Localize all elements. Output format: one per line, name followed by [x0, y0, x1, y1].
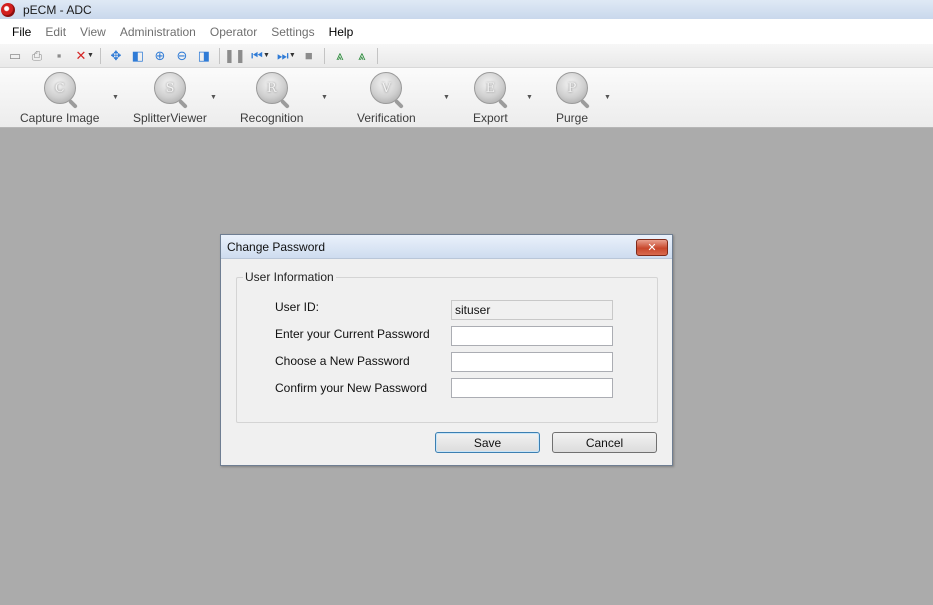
- stop-icon[interactable]: ■: [298, 46, 320, 66]
- print-icon[interactable]: ⎙: [26, 46, 48, 66]
- last-dropdown-arrow-icon[interactable]: ▼: [289, 52, 296, 59]
- new-password-label: Choose a New Password: [275, 354, 410, 368]
- next-page-icon[interactable]: ◨: [193, 46, 215, 66]
- delete-dropdown-arrow-icon[interactable]: ▼: [87, 52, 94, 59]
- toolbar: ▭ ⎙ ▪ ✕ ▼ ✥ ◧ ⊕ ⊖ ◨ ❚❚ ⏮ ▼ ⏭ ▼ ■ ⩓ ⩓: [0, 44, 933, 68]
- menu-help[interactable]: Help: [322, 25, 361, 39]
- capture-magnifier-icon: C: [43, 72, 76, 104]
- recognition-magnifier-icon: R: [255, 72, 288, 104]
- confirm-password-field[interactable]: [451, 378, 613, 398]
- pause-icon[interactable]: ❚❚: [224, 46, 246, 66]
- menu-administration[interactable]: Administration: [113, 25, 203, 39]
- menu-operator[interactable]: Operator: [203, 25, 264, 39]
- export-button[interactable]: E Export: [473, 72, 508, 125]
- purge-button[interactable]: P Purge: [556, 72, 588, 125]
- ribbon-label: SplitterViewer: [133, 111, 207, 125]
- window-title-bar: pECM - ADC: [0, 0, 933, 19]
- open-folder-icon[interactable]: ▭: [4, 46, 26, 66]
- confirm-password-label: Confirm your New Password: [275, 381, 428, 395]
- change-password-dialog: Change Password ✕ User Information User …: [220, 234, 673, 466]
- ribbon-label: Capture Image: [20, 111, 100, 125]
- toolbar-separator: [99, 47, 101, 64]
- save-button[interactable]: Save: [435, 432, 540, 453]
- recognition-dropdown-arrow-icon[interactable]: ▼: [321, 94, 328, 101]
- group-title: User Information: [243, 270, 336, 284]
- dialog-body: User Information User ID: Enter your Cur…: [225, 259, 668, 461]
- user-id-label: User ID:: [275, 300, 320, 314]
- current-password-field[interactable]: [451, 326, 613, 346]
- toolbar-separator: [323, 47, 325, 64]
- splitter-dropdown-arrow-icon[interactable]: ▼: [210, 94, 217, 101]
- capture-image-button[interactable]: C Capture Image: [20, 72, 99, 125]
- zoom-out-icon[interactable]: ⊖: [171, 46, 193, 66]
- verification-button[interactable]: V Verification: [357, 72, 416, 125]
- menu-edit[interactable]: Edit: [38, 25, 73, 39]
- first-dropdown-arrow-icon[interactable]: ▼: [263, 52, 270, 59]
- toolbar-separator: [376, 47, 378, 64]
- current-password-label: Enter your Current Password: [275, 327, 430, 341]
- menu-bar: File Edit View Administration Operator S…: [0, 19, 933, 44]
- dialog-title-bar: Change Password ✕: [221, 235, 672, 259]
- fit-page-icon[interactable]: ✥: [105, 46, 127, 66]
- rotate-left-icon[interactable]: ⩓: [329, 46, 351, 66]
- window-title: pECM - ADC: [23, 2, 92, 17]
- export-magnifier-icon: E: [474, 72, 507, 104]
- verification-dropdown-arrow-icon[interactable]: ▼: [443, 94, 450, 101]
- rotate-right-icon[interactable]: ⩓: [351, 46, 373, 66]
- recognition-button[interactable]: R Recognition: [240, 72, 303, 125]
- menu-file[interactable]: File: [5, 25, 38, 39]
- verification-magnifier-icon: V: [370, 72, 403, 104]
- cancel-button[interactable]: Cancel: [552, 432, 657, 453]
- splitter-magnifier-icon: S: [153, 72, 186, 104]
- app-logo-icon: [1, 2, 15, 17]
- user-id-field: [451, 300, 613, 320]
- purge-magnifier-icon: P: [556, 72, 589, 104]
- ribbon-label: Purge: [556, 111, 589, 125]
- purge-dropdown-arrow-icon[interactable]: ▼: [604, 94, 611, 101]
- module-ribbon: C Capture Image ▼ S SplitterViewer ▼ R R…: [0, 68, 933, 128]
- ribbon-label: Export: [473, 111, 508, 125]
- export-dropdown-arrow-icon[interactable]: ▼: [526, 94, 533, 101]
- ribbon-label: Verification: [357, 111, 416, 125]
- toolbar-separator: [218, 47, 220, 64]
- dialog-title: Change Password: [227, 239, 326, 254]
- zoom-in-icon[interactable]: ⊕: [149, 46, 171, 66]
- splitter-viewer-button[interactable]: S SplitterViewer: [133, 72, 207, 125]
- new-password-field[interactable]: [451, 352, 613, 372]
- close-icon[interactable]: ✕: [636, 239, 668, 256]
- menu-settings[interactable]: Settings: [264, 25, 321, 39]
- capture-dropdown-arrow-icon[interactable]: ▼: [112, 94, 119, 101]
- menu-view[interactable]: View: [73, 25, 113, 39]
- previous-page-icon[interactable]: ◧: [127, 46, 149, 66]
- user-information-group: [236, 277, 658, 423]
- ribbon-label: Recognition: [240, 111, 304, 125]
- save-icon[interactable]: ▪: [48, 46, 70, 66]
